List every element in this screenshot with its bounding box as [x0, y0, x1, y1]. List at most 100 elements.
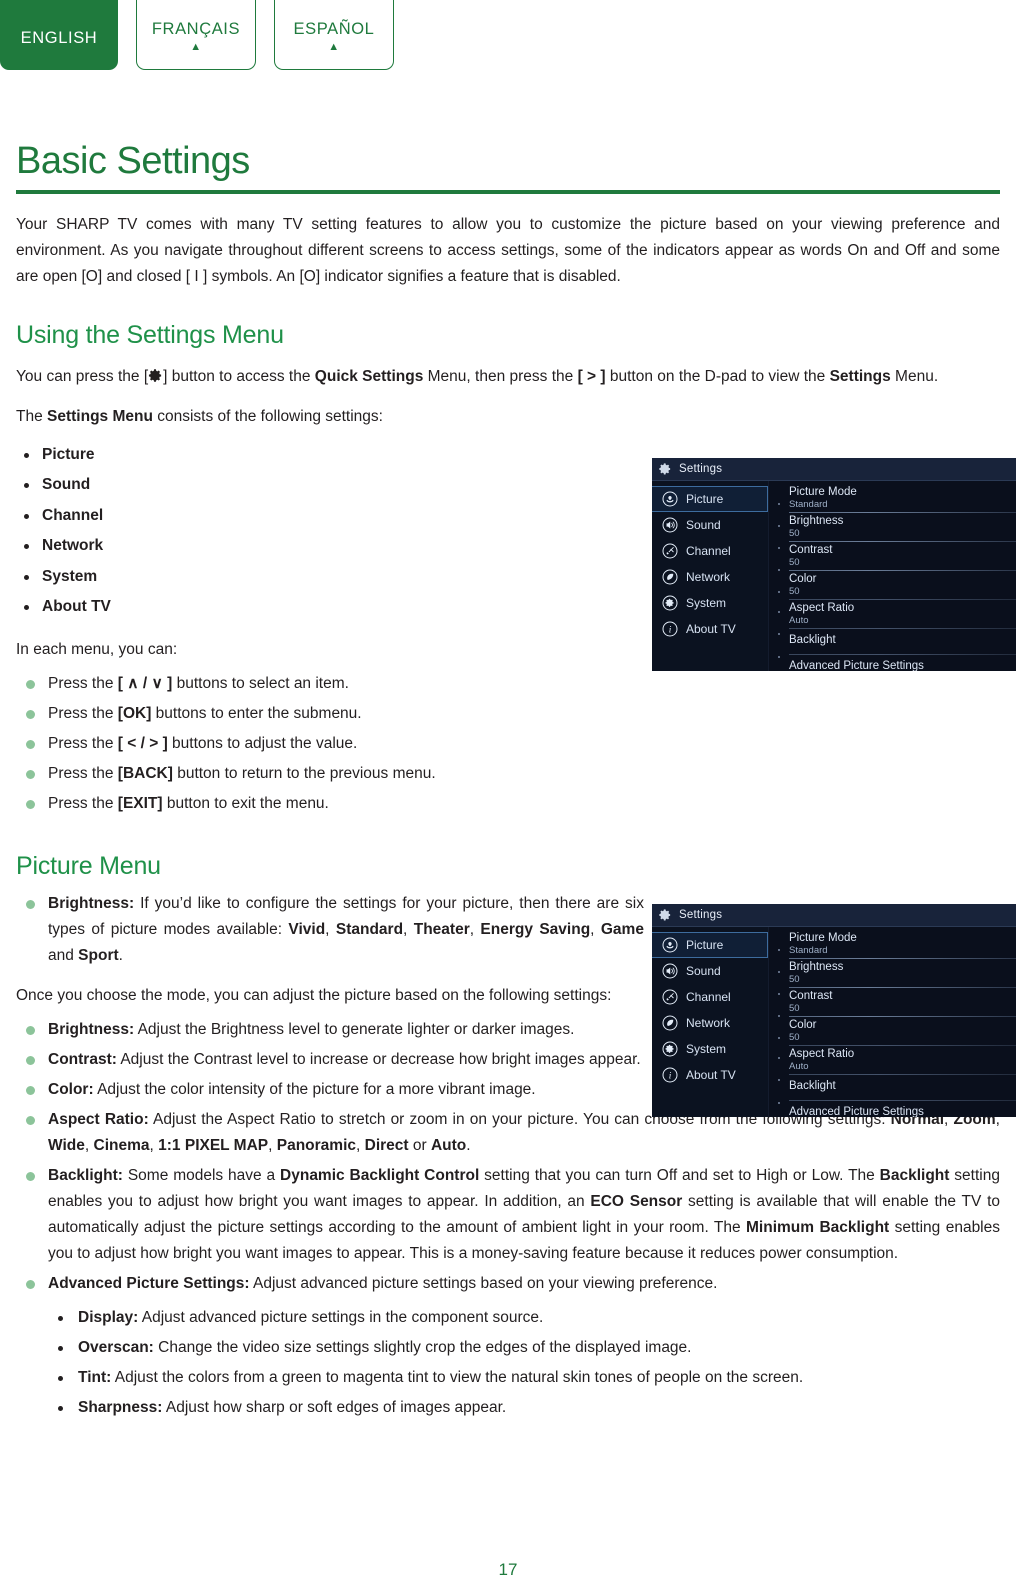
picture-icon: [661, 937, 678, 954]
mode-sport: Sport: [78, 946, 119, 964]
list-item: Brightness: Adjust the Brightness level …: [16, 1017, 644, 1043]
settings-menu-term: Settings Menu: [47, 407, 153, 425]
tv-sidebar-label: Sound: [686, 964, 721, 978]
tv-list-item[interactable]: Brightness 50: [789, 513, 1016, 542]
tv-sidebar-item-system[interactable]: System: [652, 590, 768, 616]
caret-up-icon: ▲: [190, 40, 202, 53]
tv-settings-sidebar: Picture Sound Channel Network System i A…: [652, 927, 769, 1117]
tv-item-label: Contrast: [789, 544, 833, 556]
tv-sidebar-item-sound[interactable]: Sound: [652, 512, 768, 538]
term-color: Color:: [48, 1080, 94, 1098]
tv-list-item[interactable]: Picture Mode Standard: [789, 930, 1016, 959]
tv-item-label: Picture Mode: [789, 932, 857, 944]
aspect-option-pixel-map: 1:1 PIXEL MAP: [158, 1136, 269, 1154]
tv-list-item[interactable]: Backlight: [789, 1075, 1016, 1101]
tv-list-item[interactable]: Aspect Ratio Auto: [789, 1046, 1016, 1075]
section-heading-picture-menu: Picture Menu: [16, 851, 161, 880]
mode-standard: Standard: [335, 920, 404, 938]
list-item: Press the [EXIT] button to exit the menu…: [16, 791, 1000, 817]
picture-icon: [661, 491, 678, 508]
tv-item-value: 50: [789, 586, 800, 597]
key-label: [OK]: [117, 704, 152, 722]
tv-sidebar-label: Picture: [686, 492, 724, 506]
tv-item-label: Contrast: [789, 990, 833, 1002]
info-icon: i: [661, 1067, 678, 1084]
tv-settings-screenshot-1: Settings Picture Sound Channel Network S…: [652, 458, 1016, 671]
tv-item-value: 50: [789, 557, 800, 568]
tv-settings-header: Settings: [652, 904, 1016, 927]
tv-settings-body: Picture Sound Channel Network System i A…: [652, 927, 1016, 1117]
language-tab-espanol[interactable]: ESPAÑOL ▲: [274, 0, 394, 70]
tv-sidebar-item-picture[interactable]: Picture: [652, 486, 768, 512]
quick-settings-term: Quick Settings: [314, 367, 424, 385]
tv-list-item[interactable]: Color 50: [789, 1017, 1016, 1046]
list-item: Contrast: Adjust the Contrast level to i…: [16, 1047, 644, 1073]
term-display: Display:: [78, 1308, 139, 1326]
language-tab-label: ESPAÑOL: [293, 20, 375, 39]
gear-icon: [149, 368, 162, 382]
satellite-dish-icon: [661, 543, 678, 560]
once-you-choose-paragraph: Once you choose the mode, you can adjust…: [16, 986, 612, 1004]
tick-column: [778, 481, 780, 671]
tv-list-item[interactable]: Contrast 50: [789, 988, 1016, 1017]
mode-game: Game: [600, 920, 644, 938]
tv-sidebar-label: Sound: [686, 518, 721, 532]
tv-list-item[interactable]: Advanced Picture Settings: [789, 1101, 1016, 1117]
tv-settings-sidebar: Picture Sound Channel Network System i A…: [652, 481, 769, 671]
tv-sidebar-item-about-tv[interactable]: i About TV: [652, 616, 768, 642]
tv-sidebar-item-sound[interactable]: Sound: [652, 958, 768, 984]
tv-sidebar-label: Network: [686, 1016, 731, 1030]
gear-icon: [661, 595, 678, 612]
gear-icon: [661, 1041, 678, 1058]
document-page: ENGLISH FRANÇAIS ▲ ESPAÑOL ▲ Basic Setti…: [0, 0, 1016, 1592]
globe-icon: [661, 1015, 678, 1032]
key-label: [BACK]: [117, 764, 173, 782]
tv-sidebar-item-network[interactable]: Network: [652, 1010, 768, 1036]
tick-column: [778, 927, 780, 1117]
tv-list-item[interactable]: Contrast 50: [789, 542, 1016, 571]
list-item: Overscan: Change the video size settings…: [46, 1333, 1000, 1363]
tv-list-item[interactable]: Color 50: [789, 571, 1016, 600]
aspect-option-panoramic: Panoramic: [276, 1136, 356, 1154]
language-tab-english[interactable]: ENGLISH: [0, 0, 118, 70]
tv-sidebar-item-about-tv[interactable]: i About TV: [652, 1062, 768, 1088]
tv-item-label: Color: [789, 1019, 817, 1031]
tv-item-value: Standard: [789, 499, 828, 510]
tv-item-label: Backlight: [789, 634, 836, 646]
tv-sidebar-item-system[interactable]: System: [652, 1036, 768, 1062]
tv-sidebar-item-network[interactable]: Network: [652, 564, 768, 590]
settings-term: Settings: [829, 367, 891, 385]
tv-sidebar-item-channel[interactable]: Channel: [652, 984, 768, 1010]
settings-menu-consists-paragraph: The Settings Menu consists of the follow…: [16, 407, 383, 425]
term-label: Brightness:: [48, 894, 135, 912]
tv-item-label: Color: [789, 573, 817, 585]
right-button-key: [ > ]: [577, 367, 606, 385]
document-content: Basic Settings Your SHARP TV comes with …: [16, 140, 1000, 1423]
term-advanced-picture-settings: Advanced Picture Settings:: [48, 1274, 250, 1292]
key-label: [ ∧ / ∨ ]: [117, 674, 173, 692]
page-number: 17: [498, 1560, 518, 1579]
mode-vivid: Vivid: [288, 920, 326, 938]
list-item: Sharpness: Adjust how sharp or soft edge…: [46, 1393, 1000, 1423]
mode-energy-saving: Energy Saving: [480, 920, 591, 938]
gear-icon: [659, 463, 671, 475]
tv-list-item[interactable]: Backlight: [789, 629, 1016, 655]
aspect-option-wide: Wide: [48, 1136, 85, 1154]
tv-sidebar-label: System: [686, 1042, 727, 1056]
term-dynamic-backlight-control: Dynamic Backlight Control: [280, 1166, 480, 1184]
svg-text:i: i: [668, 626, 671, 636]
list-item: Press the [ < / > ] buttons to adjust th…: [16, 731, 1000, 757]
tv-sidebar-label: Picture: [686, 938, 724, 952]
settings-menu-access-paragraph: You can press the [] button to access th…: [16, 367, 939, 385]
tv-list-item[interactable]: Picture Mode Standard: [789, 484, 1016, 513]
language-tab-francais[interactable]: FRANÇAIS ▲: [136, 0, 256, 70]
tv-list-item[interactable]: Brightness 50: [789, 959, 1016, 988]
tv-sidebar-item-picture[interactable]: Picture: [652, 932, 768, 958]
speaker-icon: [661, 517, 678, 534]
tv-list-item[interactable]: Aspect Ratio Auto: [789, 600, 1016, 629]
list-item: Backlight: Some models have a Dynamic Ba…: [16, 1163, 1000, 1267]
tv-list-item[interactable]: Advanced Picture Settings: [789, 655, 1016, 671]
tv-settings-title: Settings: [679, 909, 723, 921]
tv-sidebar-item-channel[interactable]: Channel: [652, 538, 768, 564]
tv-item-value: Auto: [789, 1061, 809, 1072]
